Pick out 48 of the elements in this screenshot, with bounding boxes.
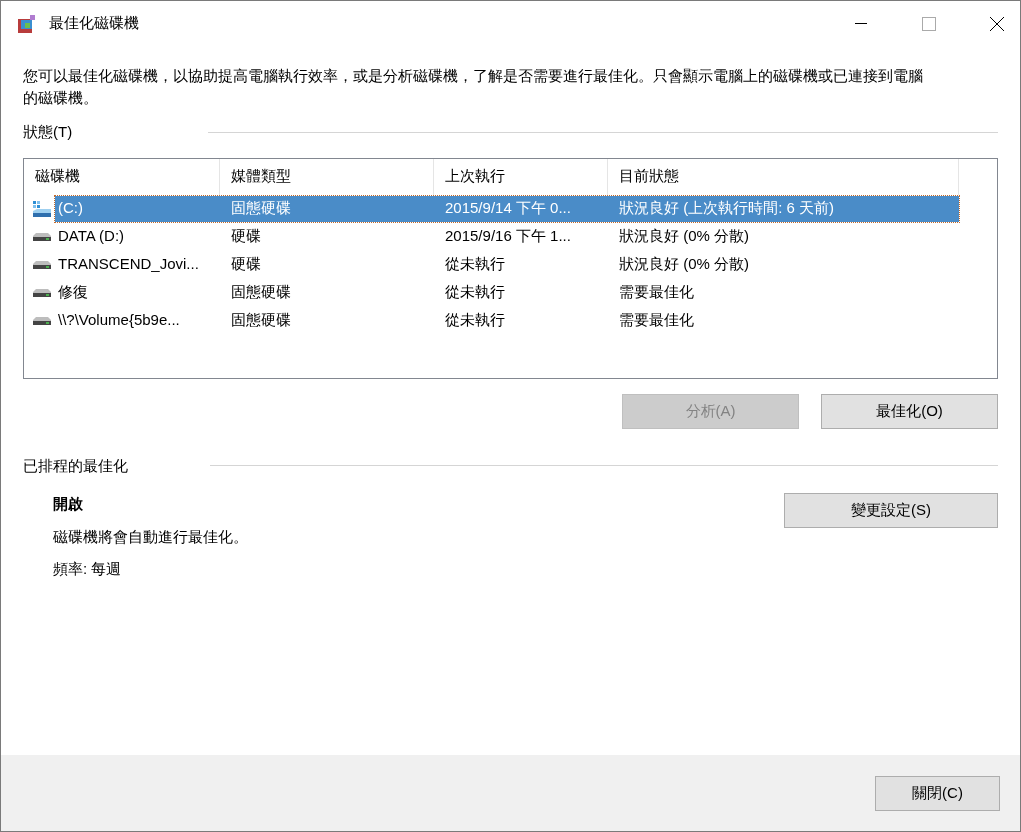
drive-icon (31, 315, 52, 326)
section-heading: 狀態(T) (23, 122, 73, 142)
change-settings-button[interactable]: 變更設定(S) (784, 493, 998, 528)
drive-row[interactable]: 修復 固態硬碟 從未執行 需要最佳化 (55, 279, 959, 306)
drive-row[interactable]: TRANSCEND_Jovi... 硬碟 從未執行 狀況良好 (0% 分散) (55, 251, 959, 278)
table-cell-text: 需要最佳化 (618, 310, 695, 331)
close-icon (990, 16, 1004, 31)
table-cell-text: \\?\Volume{5b9e... (57, 310, 181, 331)
table-cell-text: 從未執行 (444, 254, 506, 275)
schedule-state: 開啟 (53, 494, 84, 514)
table-cell-text: 硬碟 (230, 254, 262, 275)
drive-icon (31, 287, 52, 298)
drive-row[interactable]: \\?\Volume{5b9e... 固態硬碟 從未執行 需要最佳化 (55, 307, 959, 334)
close-dialog-button[interactable]: 關閉(C) (875, 775, 1000, 811)
table-cell-text: 狀況良好 (上次執行時間: 6 天前) (618, 198, 835, 219)
table-cell-text: 狀況良好 (0% 分散) (618, 254, 750, 275)
column-header[interactable]: 磁碟機 (24, 158, 220, 195)
drive-icon (31, 231, 52, 242)
table-cell-text: TRANSCEND_Jovi... (57, 254, 200, 275)
table-cell-text: DATA (D:) (57, 226, 126, 247)
app-icon (17, 13, 37, 34)
table-cell-text: 狀況良好 (0% 分散) (618, 226, 750, 247)
column-header[interactable]: 目前狀態 (608, 158, 959, 195)
table-cell-text: 2015/9/14 下午 0... (444, 198, 572, 219)
table-cell-text: 固態硬碟 (230, 282, 292, 303)
drive-icon (31, 259, 52, 270)
table-cell-text: 硬碟 (230, 226, 262, 247)
table-cell-text: 固態硬碟 (230, 198, 292, 219)
table-cell-text: 需要最佳化 (618, 282, 695, 303)
minimize-icon (855, 22, 867, 25)
section-heading: 已排程的最佳化 (23, 455, 128, 476)
column-header[interactable]: 媒體類型 (220, 158, 434, 195)
column-header[interactable]: 上次執行 (434, 158, 608, 195)
optimize-button[interactable]: 最佳化(O) (821, 393, 998, 429)
drive-row[interactable]: (C:) 固態硬碟 2015/9/14 下午 0... 狀況良好 (上次執行時間: 6 天前) (55, 195, 959, 222)
schedule-frequency: 頻率: 每週 (53, 559, 123, 579)
table-cell-text: 從未執行 (444, 282, 506, 303)
drive-row[interactable]: DATA (D:) 硬碟 2015/9/16 下午 1... 狀況良好 (0% 分散) (55, 223, 959, 250)
system-drive-icon (31, 199, 52, 218)
table-cell-text: 從未執行 (444, 310, 506, 331)
table-cell-text: 2015/9/16 下午 1... (444, 226, 572, 247)
window-title: 最佳化磁碟機 (49, 13, 139, 34)
description-text: 您可以最佳化磁碟機，以協助提高電腦執行效率，或是分析磁碟機，了解是否需要進行最佳化。只會顯示電腦上的磁碟機或已連接到電腦的磁碟機。 (23, 66, 924, 108)
table-cell-text: 修復 (57, 282, 89, 303)
table-cell-text: 固態硬碟 (230, 310, 292, 331)
maximize-icon (922, 16, 936, 31)
table-cell-text: (C:) (57, 198, 84, 219)
schedule-note: 磁碟機將會自動進行最佳化。 (53, 526, 249, 547)
